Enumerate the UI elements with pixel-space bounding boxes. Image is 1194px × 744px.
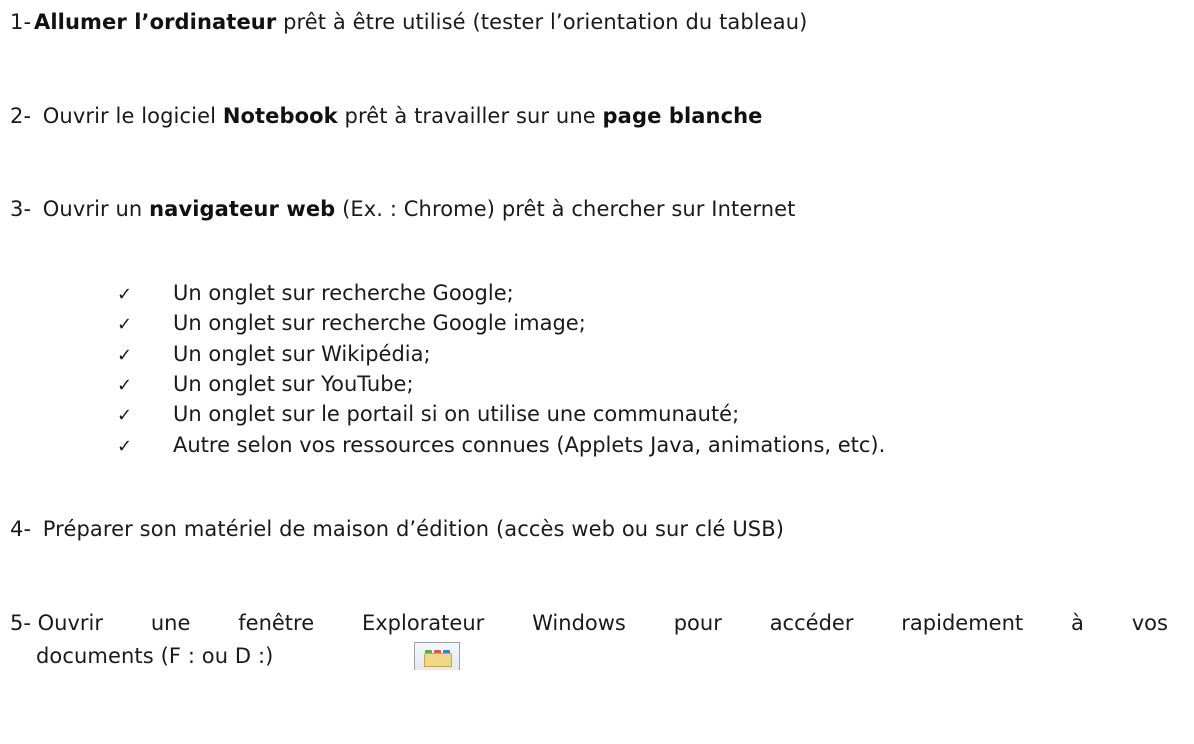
- step-5-word: accéder: [769, 611, 854, 635]
- step-5-word: Explorateur: [361, 611, 485, 635]
- step-1: 1- Allumer l’ordinateur prêt à être utili…: [10, 8, 807, 36]
- check-icon: ✓: [117, 314, 133, 335]
- checklist-item-label: Un onglet sur YouTube;: [173, 372, 414, 396]
- checklist-item-label: Un onglet sur le portail si on utilise u…: [173, 402, 740, 426]
- step-1-number: 1-: [10, 10, 32, 34]
- check-icon: ✓: [117, 405, 133, 426]
- step-2-text-pre: Ouvrir le logiciel: [36, 104, 223, 128]
- document-page: 1- Allumer l’ordinateur prêt à être utili…: [0, 0, 1194, 744]
- step-5-number: 5-: [10, 611, 31, 635]
- step-3-bold: navigateur web: [149, 197, 336, 221]
- step-4-text: Préparer son matériel de maison d’éditio…: [36, 517, 785, 541]
- check-icon: ✓: [117, 284, 133, 305]
- step-2-bold-page: page blanche: [602, 104, 763, 128]
- step-3-number: 3-: [10, 197, 32, 221]
- step-5-line-2: documents (F : ou D :): [36, 642, 273, 670]
- step-2-bold-notebook: Notebook: [222, 104, 338, 128]
- checklist-item: ✓ Un onglet sur recherche Google image;: [117, 309, 586, 339]
- step-5-word: pour: [673, 611, 722, 635]
- step-5-word: Ouvrir: [37, 611, 104, 635]
- checklist-item-label: Un onglet sur recherche Google image;: [173, 311, 586, 335]
- step-2-text-mid: prêt à travailler sur une: [337, 104, 603, 128]
- step-4: 4- Préparer son matériel de maison d’édi…: [10, 515, 784, 543]
- step-2-number: 2-: [10, 104, 32, 128]
- step-5-word: à: [1070, 611, 1084, 635]
- checklist-item: ✓ Autre selon vos ressources connues (App…: [117, 431, 885, 461]
- checklist-item: ✓ Un onglet sur recherche Google;: [117, 279, 514, 309]
- checklist-item-label: Un onglet sur Wikipédia;: [173, 342, 431, 366]
- checklist-item-label: Un onglet sur recherche Google;: [173, 281, 514, 305]
- step-5-word: fenêtre: [238, 611, 315, 635]
- folder-shape: [424, 653, 452, 667]
- check-icon: ✓: [117, 436, 133, 457]
- step-4-number: 4-: [10, 517, 32, 541]
- checklist-item: ✓ Un onglet sur YouTube;: [117, 370, 414, 400]
- checklist-item: ✓ Un onglet sur le portail si on utilise …: [117, 400, 739, 430]
- step-1-text: prêt à être utilisé (tester l’orientatio…: [276, 10, 808, 34]
- step-5-word: Windows: [532, 611, 626, 635]
- step-1-bold: Allumer l’ordinateur: [34, 10, 277, 34]
- windows-explorer-icon[interactable]: [414, 642, 460, 670]
- checklist-item: ✓ Un onglet sur Wikipédia;: [117, 340, 431, 370]
- checklist-item-label: Autre selon vos ressources connues (Appl…: [173, 433, 886, 457]
- step-3-text-pre: Ouvrir un: [36, 197, 150, 221]
- step-2: 2- Ouvrir le logiciel Notebook prêt à tr…: [10, 102, 763, 130]
- step-5-word: vos: [1131, 611, 1168, 635]
- step-5-word: rapidement: [901, 611, 1024, 635]
- step-3: 3- Ouvrir un navigateur web (Ex. : Chrom…: [10, 195, 795, 223]
- check-icon: ✓: [117, 345, 133, 366]
- step-5-word: une: [150, 611, 191, 635]
- step-5-line-1: 5- Ouvrir une fenêtre Explorateur Window…: [10, 609, 1168, 637]
- step-3-text-rest: (Ex. : Chrome) prêt à chercher sur Inter…: [335, 197, 796, 221]
- step-5-text-line-2: documents (F : ou D :): [36, 644, 274, 668]
- check-icon: ✓: [117, 375, 133, 396]
